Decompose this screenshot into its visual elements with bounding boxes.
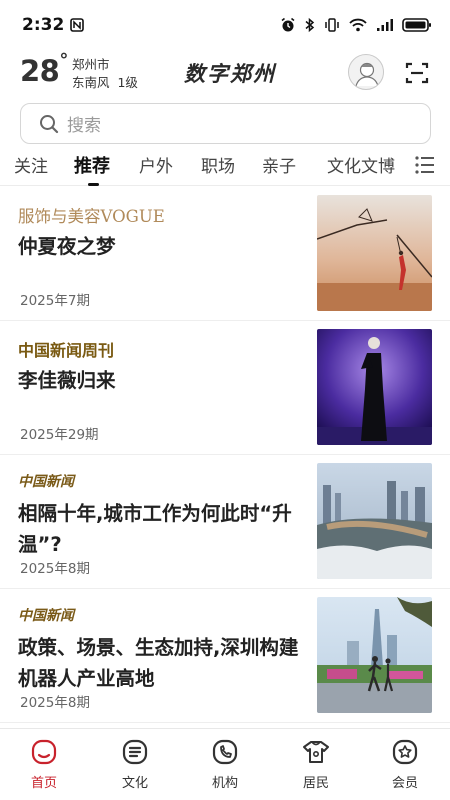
nfc-icon xyxy=(70,18,85,32)
article-source: 中国新闻周刊 xyxy=(18,341,115,360)
article-feed: 服饰与美容VOGUE 仲夏夜之梦 2025年7期 中国新闻周刊 李佳薇归来 20… xyxy=(0,187,450,723)
clock-text: 2:32 xyxy=(22,15,65,35)
article-card[interactable]: 中国新闻 政策、场景、生态加持,深圳构建机器人产业高地 2025年8期 xyxy=(0,589,450,723)
weather-info: 郑州市 东南风 1级 xyxy=(72,56,138,92)
article-title: 李佳薇归来 xyxy=(18,369,116,392)
vibrate-icon xyxy=(325,18,339,32)
article-title: 仲夏夜之梦 xyxy=(18,235,116,258)
category-tabs: 关注 推荐 户外 职场 亲子 文化文博 xyxy=(0,146,450,186)
article-thumbnail xyxy=(317,195,432,311)
tab-menu-icon[interactable] xyxy=(414,154,436,176)
article-issue: 2025年8期 xyxy=(20,695,90,711)
home-icon xyxy=(31,739,57,765)
culture-icon xyxy=(122,739,148,765)
article-card[interactable]: 中国新闻 相隔十年,城市工作为何此时“升温”? 2025年8期 xyxy=(0,455,450,589)
bluetooth-icon xyxy=(305,17,315,33)
article-issue: 2025年8期 xyxy=(20,561,90,577)
article-source: 中国新闻 xyxy=(18,474,74,490)
search-icon xyxy=(40,114,59,133)
tab-recommend[interactable]: 推荐 xyxy=(74,152,110,178)
status-bar: 2:32 xyxy=(0,0,450,50)
nav-resident[interactable]: 居民 xyxy=(286,739,346,791)
nav-member[interactable]: 会员 xyxy=(375,739,435,791)
article-thumbnail xyxy=(317,463,432,579)
article-source: 服饰与美容VOGUE xyxy=(18,207,165,226)
tab-outdoor[interactable]: 户外 xyxy=(139,152,173,177)
bottom-navigation: 首页 文化 机构 居民 会员 xyxy=(0,728,450,800)
city-label: 郑州市 xyxy=(72,57,110,72)
search-placeholder: 搜索 xyxy=(67,116,101,136)
tab-culture-museum[interactable]: 文化文博 xyxy=(327,152,395,177)
article-card[interactable]: 中国新闻周刊 李佳薇归来 2025年29期 xyxy=(0,321,450,455)
wifi-icon xyxy=(349,18,367,32)
article-title: 政策、场景、生态加持,深圳构建机器人产业高地 xyxy=(18,636,299,690)
article-issue: 2025年29期 xyxy=(20,427,99,443)
nav-home[interactable]: 首页 xyxy=(14,739,74,791)
member-icon xyxy=(392,739,418,765)
nav-label: 首页 xyxy=(30,776,57,791)
institution-icon xyxy=(212,739,238,765)
scan-icon[interactable] xyxy=(404,60,430,86)
article-title: 相隔十年,城市工作为何此时“升温”? xyxy=(18,502,292,556)
tab-workplace[interactable]: 职场 xyxy=(201,152,235,177)
active-tab-indicator xyxy=(88,183,99,186)
nav-label: 文化 xyxy=(121,776,148,791)
status-icons xyxy=(280,17,432,33)
alarm-icon xyxy=(281,17,295,32)
battery-icon xyxy=(402,18,431,32)
avatar[interactable] xyxy=(348,54,384,90)
article-issue: 2025年7期 xyxy=(20,293,90,309)
article-card[interactable]: 服饰与美容VOGUE 仲夏夜之梦 2025年7期 xyxy=(0,187,450,321)
user-avatar-icon xyxy=(355,62,379,87)
resident-icon xyxy=(303,741,329,763)
nav-culture[interactable]: 文化 xyxy=(105,739,165,791)
tab-parenting[interactable]: 亲子 xyxy=(262,152,296,177)
nav-institution[interactable]: 机构 xyxy=(195,739,255,791)
article-source: 中国新闻 xyxy=(18,608,74,624)
app-logo: 数字郑州 xyxy=(184,61,276,86)
temperature: 28° xyxy=(20,50,68,88)
wind-label: 东南风 1级 xyxy=(72,75,138,90)
nav-label: 机构 xyxy=(211,776,238,791)
signal-icon xyxy=(377,19,393,31)
nav-label: 会员 xyxy=(391,776,418,791)
app-header: 28° 郑州市 东南风 1级 数字郑州 xyxy=(0,50,450,96)
status-time: 2:32 xyxy=(22,15,85,35)
article-thumbnail xyxy=(317,329,432,445)
search-input[interactable]: 搜索 xyxy=(20,103,431,144)
nav-label: 居民 xyxy=(302,776,329,791)
article-thumbnail xyxy=(317,597,432,713)
tab-follow[interactable]: 关注 xyxy=(14,152,48,177)
